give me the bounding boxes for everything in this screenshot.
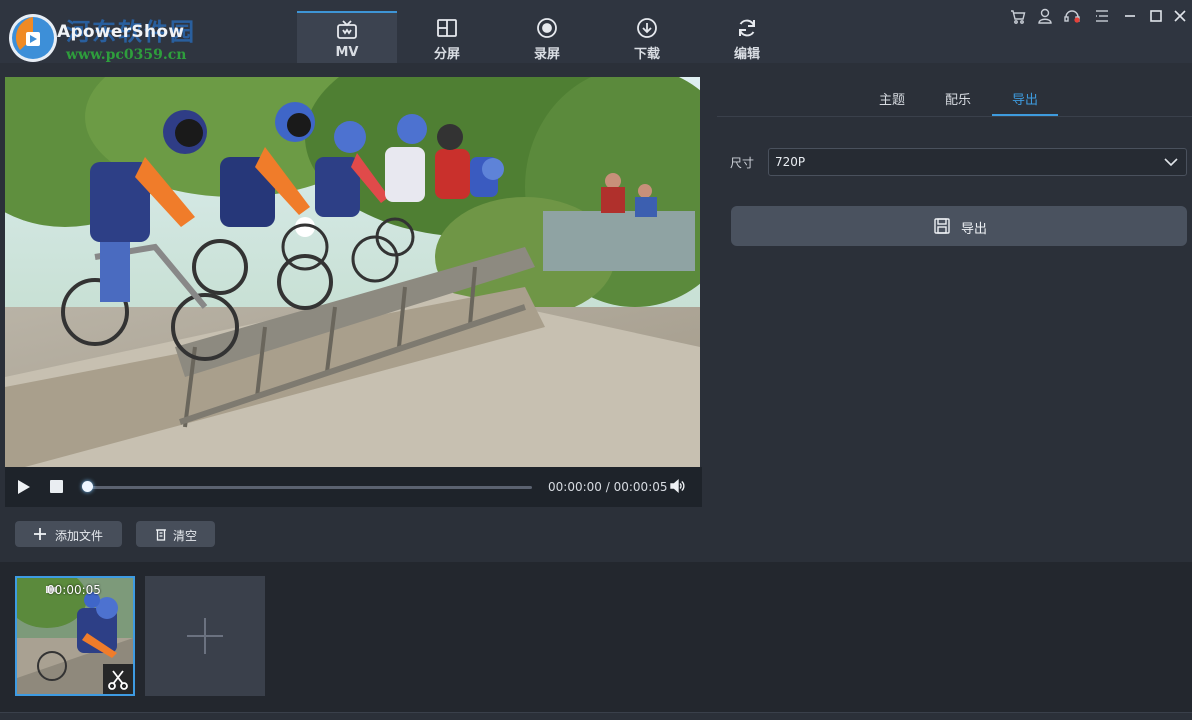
current-time: 00:00:00 bbox=[548, 480, 602, 494]
tab-label: MV bbox=[335, 45, 359, 60]
media-duration: 00:00:05 bbox=[47, 583, 101, 597]
split-screen-icon bbox=[437, 19, 457, 37]
plus-icon bbox=[187, 618, 223, 654]
tab-mv[interactable]: MV bbox=[297, 11, 397, 63]
minimize-icon[interactable] bbox=[1120, 6, 1140, 26]
app-title: ApowerShow bbox=[57, 22, 185, 42]
tv-icon bbox=[337, 20, 357, 39]
status-bar bbox=[0, 712, 1192, 720]
tab-label: 录屏 bbox=[533, 47, 560, 62]
add-files-button[interactable]: 添加文件 bbox=[15, 521, 122, 547]
support-icon[interactable] bbox=[1062, 6, 1082, 26]
add-files-label: 添加文件 bbox=[55, 529, 104, 543]
progress-handle[interactable] bbox=[82, 481, 93, 492]
video-frame-image bbox=[5, 77, 700, 467]
title-bar: 河东软件园 ApowerShow www.pc0359.cn MV 分屏 录屏 … bbox=[0, 0, 1192, 63]
chevron-down-icon bbox=[1164, 158, 1178, 167]
plus-icon bbox=[34, 528, 46, 540]
total-time: 00:00:05 bbox=[613, 480, 668, 494]
export-button-label: 导出 bbox=[961, 222, 988, 237]
progress-track[interactable] bbox=[87, 486, 532, 489]
menu-icon[interactable] bbox=[1092, 6, 1112, 26]
clear-button[interactable]: 清空 bbox=[136, 521, 215, 547]
play-icon[interactable] bbox=[17, 479, 31, 495]
watermark-url: www.pc0359.cn bbox=[66, 47, 187, 63]
scissors-icon bbox=[108, 670, 128, 690]
video-preview[interactable] bbox=[5, 77, 700, 467]
tab-download[interactable]: 下载 bbox=[597, 11, 697, 63]
time-display: 00:00:00 / 00:00:05 bbox=[548, 480, 668, 494]
maximize-icon[interactable] bbox=[1146, 6, 1166, 26]
tab-label: 下载 bbox=[633, 47, 660, 62]
clear-label: 清空 bbox=[173, 529, 198, 543]
size-value: 720P bbox=[775, 155, 806, 169]
close-icon[interactable] bbox=[1170, 6, 1190, 26]
size-label: 尺寸 bbox=[730, 156, 755, 170]
player-controls: 00:00:00 / 00:00:05 bbox=[5, 467, 702, 507]
tab-export[interactable]: 导出 bbox=[1012, 89, 1038, 108]
record-icon bbox=[537, 18, 557, 38]
stop-icon[interactable] bbox=[50, 480, 63, 493]
media-toolbar: 添加文件 清空 bbox=[0, 507, 1192, 562]
tab-record[interactable]: 录屏 bbox=[497, 11, 597, 63]
export-button[interactable]: 导出 bbox=[731, 206, 1187, 246]
save-icon bbox=[934, 218, 950, 234]
app-logo-icon bbox=[9, 14, 57, 62]
user-icon[interactable] bbox=[1035, 6, 1055, 26]
refresh-icon bbox=[739, 19, 755, 37]
size-select[interactable]: 720P bbox=[768, 148, 1187, 176]
media-strip: 00:00:05 bbox=[0, 562, 1192, 712]
trash-icon bbox=[156, 529, 166, 541]
download-icon bbox=[637, 18, 657, 38]
media-thumbnail[interactable]: 00:00:05 bbox=[15, 576, 135, 696]
active-tab-indicator bbox=[992, 114, 1058, 116]
settings-panel: 主题 配乐 导出 尺寸 720P 导出 bbox=[717, 77, 1192, 507]
time-separator: / bbox=[605, 480, 610, 494]
tab-edit[interactable]: 编辑 bbox=[697, 11, 797, 63]
volume-icon[interactable] bbox=[669, 478, 685, 494]
tab-split-screen[interactable]: 分屏 bbox=[397, 11, 497, 63]
tab-label: 分屏 bbox=[433, 47, 460, 62]
add-media-tile[interactable] bbox=[145, 576, 265, 696]
trim-button[interactable] bbox=[103, 664, 133, 694]
tab-theme[interactable]: 主题 bbox=[879, 89, 905, 108]
tab-music[interactable]: 配乐 bbox=[945, 89, 971, 108]
settings-tabs: 主题 配乐 导出 bbox=[717, 77, 1192, 117]
tab-label: 编辑 bbox=[733, 47, 760, 62]
cart-icon[interactable] bbox=[1008, 6, 1028, 26]
